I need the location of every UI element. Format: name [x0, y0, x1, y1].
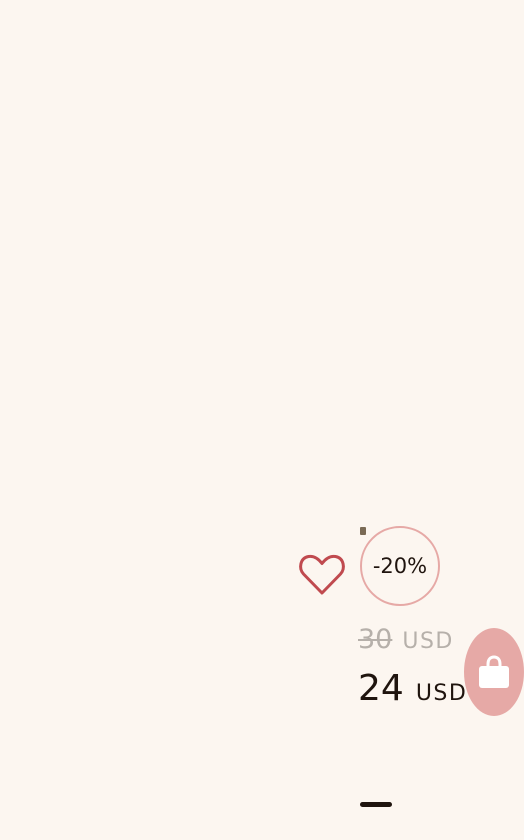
original-price: 30 USD [358, 624, 454, 655]
shopping-bag-icon [479, 655, 509, 688]
sale-price-currency: USD [415, 681, 468, 706]
original-price-currency: USD [402, 629, 454, 654]
discount-badge: -20% [360, 526, 440, 606]
wishlist-button[interactable] [296, 546, 348, 598]
heart-icon [299, 554, 345, 595]
discount-label: -20% [372, 554, 428, 578]
add-to-cart-button[interactable] [464, 628, 524, 716]
sale-price-amount: 24 [358, 668, 404, 709]
scroll-indicator[interactable] [360, 802, 392, 807]
original-price-amount: 30 [358, 624, 393, 655]
product-thumbnail [360, 527, 366, 535]
sale-price: 24 USD [358, 668, 467, 709]
